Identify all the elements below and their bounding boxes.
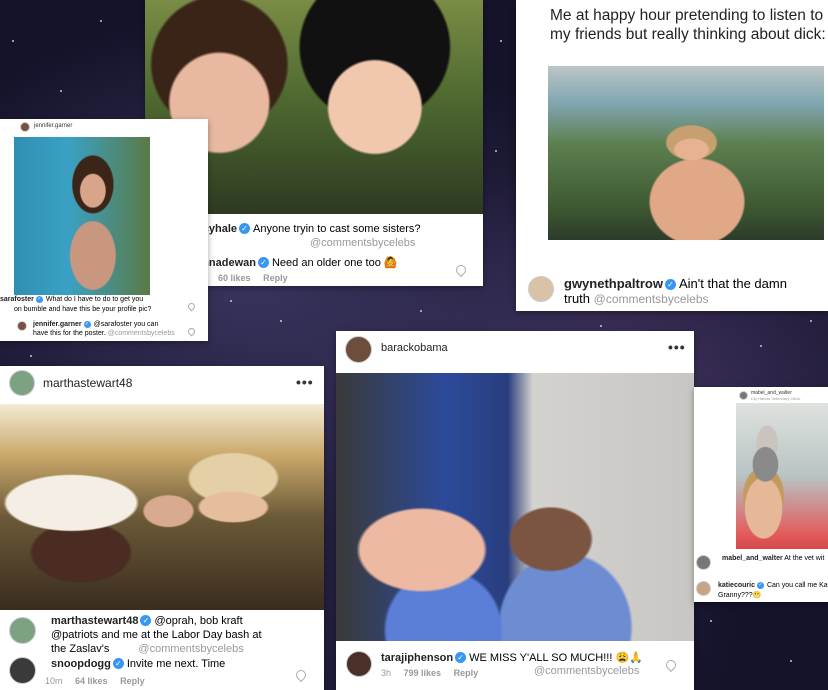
reply-link[interactable]: Reply [263, 273, 288, 283]
avatar[interactable] [696, 555, 711, 570]
comment-text-cont: @patriots and me at the Labor Day bash a… [51, 629, 262, 641]
comment-text: WE MISS Y'ALL SO MUCH!!! [469, 652, 613, 664]
marthastewart-post: marthastewart48 ••• marthastewart48 ✓ @opr… [0, 366, 324, 690]
reply-link[interactable]: Reply [120, 676, 145, 686]
verified-icon: ✓ [35, 296, 43, 303]
watermark: @commentsbycelebs [138, 643, 244, 655]
verified-icon: ✓ [455, 652, 467, 663]
watermark: @commentsbycelebs [593, 292, 709, 306]
more-options-icon[interactable]: ••• [668, 339, 686, 355]
jennifer-garner-post: jennifer.garner sarafoster ✓ What do I hav… [0, 119, 208, 341]
post-caption: Me at happy hour pretending to listen to… [550, 7, 826, 43]
likes-count[interactable]: 799 likes [404, 668, 442, 678]
reply-link[interactable]: Reply [454, 668, 479, 678]
likes-count[interactable]: 64 likes [75, 676, 108, 686]
comment-meta: 3h 799 likes Reply [381, 668, 478, 678]
avatar[interactable] [9, 617, 36, 644]
watermark: @commentsbycelebs [310, 237, 416, 249]
comment-text-cont: truth @commentsbycelebs [564, 291, 709, 306]
heart-icon[interactable] [186, 326, 197, 337]
likes-count[interactable]: 60 likes [218, 273, 251, 283]
avatar[interactable] [9, 657, 36, 684]
comment-username[interactable]: marthastewart48 [51, 615, 138, 627]
avatar[interactable] [345, 336, 372, 363]
post-username[interactable]: marthastewart48 [43, 376, 132, 390]
gwyneth-post: Me at happy hour pretending to listen to… [516, 0, 828, 311]
post-photo [0, 404, 324, 610]
comment-time: 3h [381, 668, 392, 678]
avatar[interactable] [17, 321, 27, 331]
comment-username[interactable]: tarajiphenson [381, 652, 453, 664]
barackobama-post: barackobama ••• tarajiphenson ✓ WE MISS Y'… [336, 331, 694, 690]
comment-text: Invite me next. Time [126, 658, 226, 670]
comment-lucyhale: lucyhale ✓ Anyone tryin to cast some siste… [193, 223, 421, 235]
comment-username[interactable]: katiecouric [718, 582, 755, 589]
verified-icon: ✓ [112, 658, 124, 669]
comment-tarajiphenson: tarajiphenson ✓ WE MISS Y'ALL SO MUCH!!! 😩… [381, 651, 643, 664]
verified-icon: ✓ [140, 615, 152, 626]
comment-text: Ain't that the damn [678, 276, 787, 291]
emoji: 🙆 [383, 257, 398, 269]
avatar[interactable] [9, 370, 35, 396]
post-photo [548, 66, 824, 240]
more-options-icon[interactable]: ••• [296, 374, 314, 390]
heart-icon[interactable] [453, 262, 469, 278]
comment-katiecouric: katiecouric ✓ Can you call me Ka [718, 582, 828, 589]
heart-icon[interactable] [293, 667, 309, 683]
heart-icon[interactable] [186, 301, 197, 312]
comment-username[interactable]: mabel_and_walter [722, 555, 783, 562]
comment-text: @oprah, bob kraft [154, 615, 243, 627]
comment-username[interactable]: jennifer.garner [33, 321, 82, 328]
comment-text: Anyone tryin to cast some sisters? [253, 223, 421, 235]
comment-jennifer: jennifer.garner ✓ @sarafoster you can [33, 321, 158, 328]
avatar[interactable] [739, 391, 748, 400]
verified-icon: ✓ [239, 223, 251, 234]
comment-text: What do I have to do to get you [45, 296, 144, 303]
emoji: 😬 [752, 592, 762, 599]
post-photo [14, 137, 150, 295]
comment-text-cont: on bumble and have this be your profile … [14, 306, 152, 313]
comment-username[interactable]: gwynethpaltrow [564, 276, 663, 291]
kitten-post: mabel_and_walter Cty Harbor Veterinary C… [694, 387, 828, 602]
comment-snoopdogg: snoopdogg ✓ Invite me next. Time [51, 658, 225, 670]
post-location[interactable]: Cty Harbor Veterinary Clinic [751, 396, 800, 401]
comment-text: @sarafoster you can [93, 321, 159, 328]
comment-text: At the vet wit [784, 555, 825, 562]
verified-icon: ✓ [756, 582, 764, 589]
comment-text-cont: Granny???😬 [718, 592, 762, 599]
post-username[interactable]: barackobama [381, 342, 448, 354]
comment-text-cont: have this for the poster. @commentsbycel… [33, 330, 175, 337]
avatar[interactable] [528, 276, 554, 302]
post-photo [336, 373, 694, 641]
comment-meta: 10m 64 likes Reply [45, 676, 145, 686]
emoji: 😩🙏 [615, 652, 643, 664]
post-photo [736, 403, 828, 549]
comment-sarafoster: sarafoster ✓ What do I have to do to get y… [0, 296, 143, 303]
avatar[interactable] [20, 122, 30, 132]
comment-time: 10m [45, 676, 63, 686]
post-username[interactable]: jennifer.garner [34, 123, 72, 129]
avatar[interactable] [346, 651, 372, 677]
heart-icon[interactable] [663, 657, 679, 673]
comment-mabel: mabel_and_walter At the vet wit [722, 555, 824, 562]
comment-username[interactable]: sarafoster [0, 296, 34, 303]
comment-text: Need an older one too [271, 257, 381, 269]
verified-icon: ✓ [83, 321, 91, 328]
comment-martha: marthastewart48 ✓ @oprah, bob kraft [51, 615, 243, 627]
comment-gwyneth: gwynethpaltrow ✓ Ain't that the damn [564, 276, 787, 291]
watermark: @commentsbycelebs [107, 330, 175, 337]
comment-text-cont: the Zaslav's @commentsbycelebs [51, 643, 244, 655]
watermark: @commentsbycelebs [534, 665, 640, 677]
comment-username[interactable]: snoopdogg [51, 658, 111, 670]
comment-jennadewan: jennadewan ✓ Need an older one too 🙆 [193, 256, 398, 269]
avatar[interactable] [696, 581, 711, 596]
verified-icon: ✓ [257, 257, 269, 268]
comment-text: Can you call me Ka [766, 582, 828, 589]
verified-icon: ✓ [664, 279, 676, 290]
